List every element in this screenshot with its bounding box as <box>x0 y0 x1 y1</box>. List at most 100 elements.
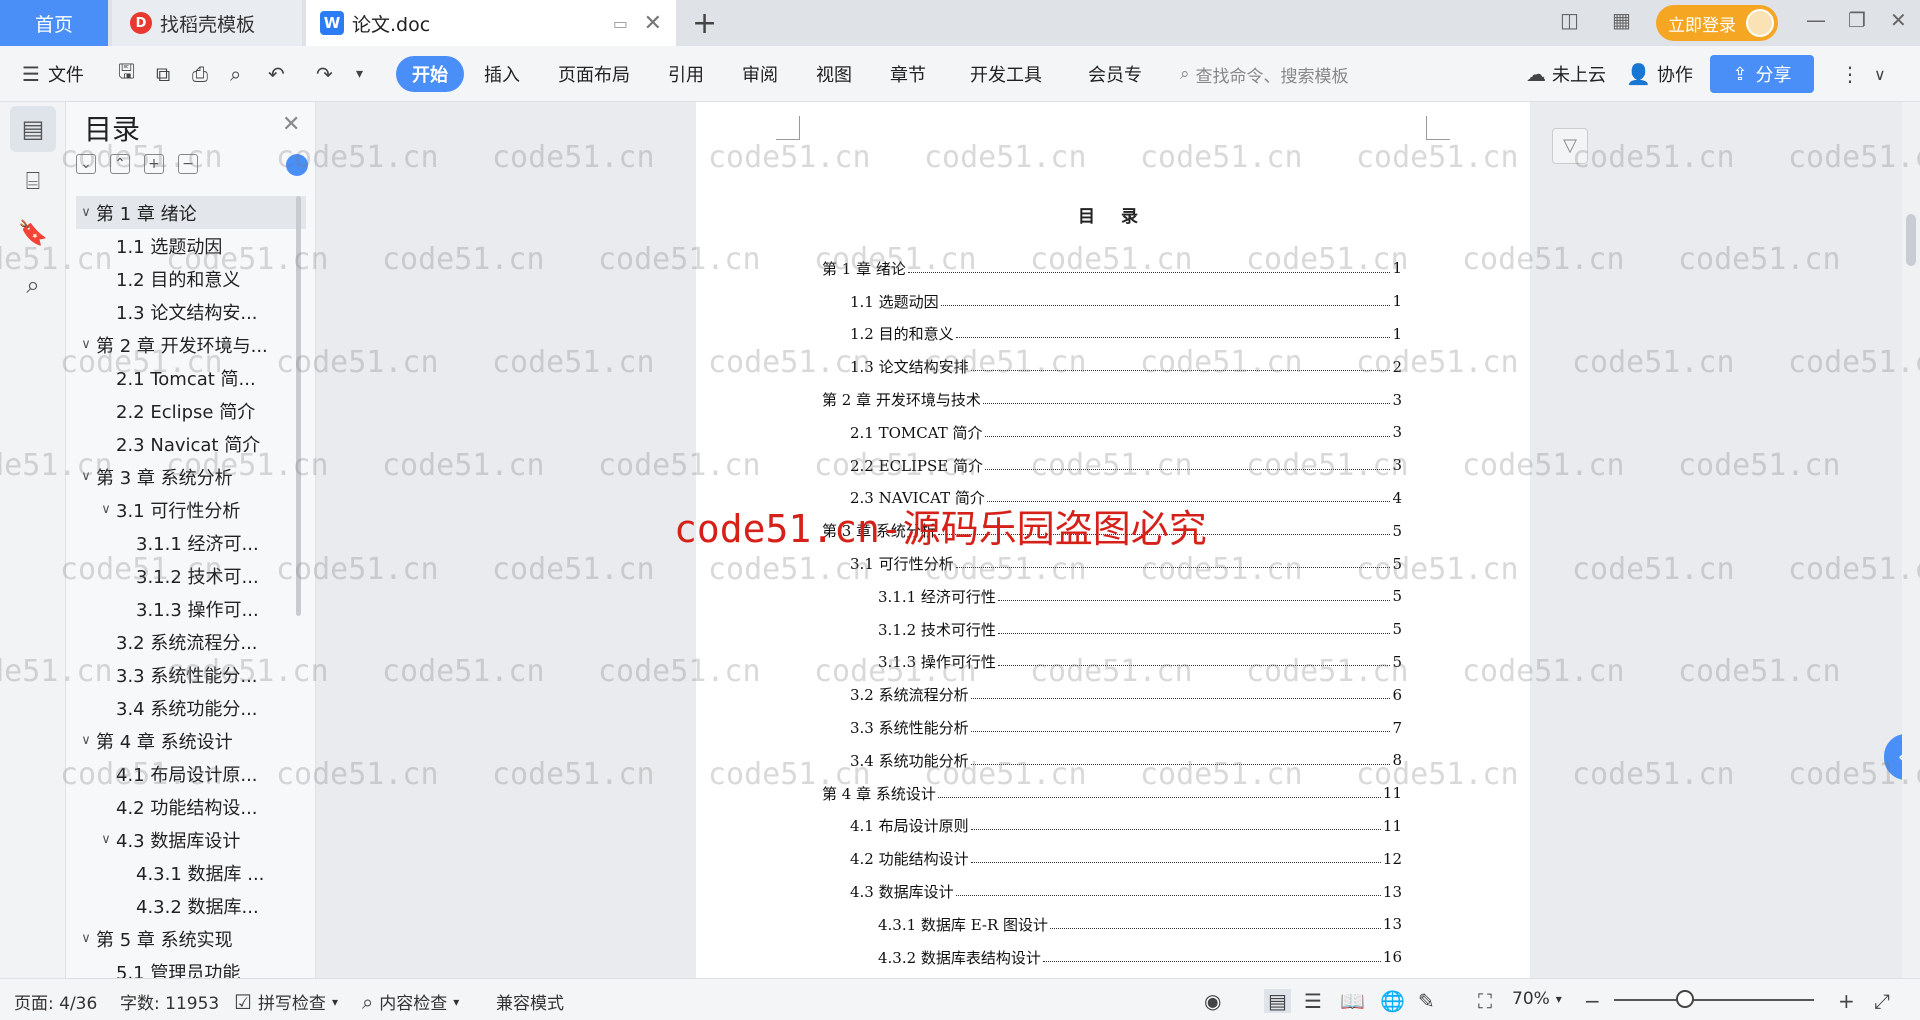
toc-item[interactable]: ∨ 第 2 章 开发环境与... <box>76 328 306 361</box>
toc-item[interactable]: 4.3.1 数据库 ... <box>76 856 306 889</box>
window-icon[interactable]: ▭ <box>613 14 628 33</box>
chevron-down-icon[interactable]: ∨ <box>96 832 116 847</box>
toc-item[interactable]: ∨ 3.1 可行性分析 <box>76 493 306 526</box>
preview-icon[interactable]: ⌕ <box>230 56 241 92</box>
save-icon[interactable]: 🖫 <box>118 56 135 92</box>
zoom-slider-handle[interactable] <box>1676 990 1694 1008</box>
navigation-icon[interactable]: ⌸ <box>10 158 56 204</box>
chevron-down-icon[interactable]: ∨ <box>76 337 96 352</box>
zoom-in-icon[interactable]: + <box>1838 989 1855 1013</box>
toc-item[interactable]: 4.3.2 数据库... <box>76 889 306 922</box>
toc-entry[interactable]: 4.1 布局设计原则 11 <box>822 810 1402 843</box>
outline-view-icon[interactable]: ☰ <box>1304 989 1322 1013</box>
toc-item[interactable]: 2.3 Navicat 简介 <box>76 427 306 460</box>
quick-access-chevron-icon[interactable]: ▾ <box>356 56 363 92</box>
toc-item[interactable]: 3.1.1 经济可... <box>76 526 306 559</box>
cloud-status-button[interactable]: ☁ 未上云 <box>1526 56 1606 92</box>
spell-check-button[interactable]: ☑ 拼写检查 ▾ <box>234 989 338 1015</box>
toc-entry[interactable]: 3.1.3 操作可行性 5 <box>822 646 1402 679</box>
toc-entry[interactable]: 3.1.1 经济可行性 5 <box>822 580 1402 613</box>
toc-entry[interactable]: 3.2 系统流程分析 6 <box>822 678 1402 711</box>
toc-entry[interactable]: 第 4 章 系统设计 11 <box>822 777 1402 810</box>
find-icon[interactable]: ⌕ <box>10 262 56 308</box>
chevron-down-icon[interactable]: ∨ <box>76 469 96 484</box>
toc-entry[interactable]: 4.2 功能结构设计 12 <box>822 842 1402 875</box>
toc-entry[interactable]: 4.3.1 数据库 E-R 图设计 13 <box>822 908 1402 941</box>
tab-developer[interactable]: 开发工具 <box>970 56 1042 92</box>
tab-chapter[interactable]: 章节 <box>890 56 926 92</box>
tab-view[interactable]: 视图 <box>816 56 852 92</box>
toc-entry[interactable]: 第 1 章 绪论 1 <box>822 252 1402 285</box>
close-icon[interactable]: ✕ <box>282 112 300 137</box>
toc-item[interactable]: 2.2 Eclipse 简介 <box>76 394 306 427</box>
toc-item[interactable]: 3.1.2 技术可... <box>76 559 306 592</box>
toc-item[interactable]: 1.2 目的和意义 <box>76 262 306 295</box>
toc-entry[interactable]: 3.1.2 技术可行性 5 <box>822 613 1402 646</box>
chevron-down-icon[interactable]: ∨ <box>76 733 96 748</box>
collaborate-button[interactable]: 👤 协作 <box>1626 56 1693 92</box>
close-tab-icon[interactable]: ✕ <box>644 11 662 36</box>
minimize-icon[interactable]: — <box>1806 8 1826 32</box>
scroll-thumb[interactable] <box>1906 214 1916 266</box>
tab-references[interactable]: 引用 <box>668 56 704 92</box>
add-heading-icon[interactable]: + <box>144 154 164 174</box>
toc-entry[interactable]: 4.3 数据库设计 13 <box>822 875 1402 908</box>
remove-heading-icon[interactable]: − <box>178 154 198 174</box>
toc-entry[interactable]: 4.3.2 数据库表结构设计 16 <box>822 941 1402 974</box>
toc-entry[interactable]: 第 2 章 开发环境与技术 3 <box>822 383 1402 416</box>
grid-icon[interactable]: ▦ <box>1612 8 1631 32</box>
tab-document[interactable]: W 论文.doc ▭ ✕ <box>306 0 676 46</box>
restore-icon[interactable]: ❐ <box>1848 8 1866 32</box>
word-count[interactable]: 字数: 11953 <box>120 989 219 1014</box>
share-button[interactable]: ⇪ 分享 <box>1710 55 1814 93</box>
toc-item[interactable]: ∨ 第 4 章 系统设计 <box>76 724 306 757</box>
toc-item[interactable]: 4.1 布局设计原... <box>76 757 306 790</box>
tab-home[interactable]: 首页 <box>0 0 108 46</box>
more-icon[interactable]: ⋮ <box>1840 56 1860 92</box>
redo-icon[interactable]: ↷ <box>316 56 333 92</box>
expand-all-icon[interactable]: ⌄ <box>76 154 96 174</box>
command-search[interactable]: ⌕ 查找命令、搜索模板 <box>1180 58 1400 90</box>
toc-item[interactable]: 1.1 选题动因 <box>76 229 306 262</box>
chevron-down-icon[interactable]: ∨ <box>96 502 116 517</box>
toc-item[interactable]: ∨ 4.3 数据库设计 <box>76 823 306 856</box>
export-icon[interactable]: ⧉ <box>156 56 170 92</box>
collapse-all-icon[interactable]: ⌃ <box>110 154 130 174</box>
toc-scrollbar[interactable] <box>296 196 301 616</box>
tab-page-layout[interactable]: 页面布局 <box>558 56 630 92</box>
print-icon[interactable]: ⎙ <box>192 56 208 92</box>
smart-toc-icon[interactable] <box>286 154 308 176</box>
toc-item[interactable]: ∨ 第 5 章 系统实现 <box>76 922 306 955</box>
bookmark-icon[interactable]: 🔖 <box>10 210 56 256</box>
toc-entry[interactable]: 1.2 目的和意义 1 <box>822 318 1402 351</box>
page-view-icon[interactable]: ▤ <box>1264 989 1291 1013</box>
toc-item[interactable]: ∨ 第 3 章 系统分析 <box>76 460 306 493</box>
new-tab-button[interactable]: + <box>692 6 717 41</box>
tab-review[interactable]: 审阅 <box>742 56 778 92</box>
toc-item[interactable]: 4.2 功能结构设... <box>76 790 306 823</box>
toc-entry[interactable]: 1.3 论文结构安排 2 <box>822 350 1402 383</box>
toc-entry[interactable]: 1.1 选题动因 1 <box>822 285 1402 318</box>
chevron-down-icon[interactable]: ∨ <box>76 931 96 946</box>
web-view-icon[interactable]: 🌐 <box>1380 989 1405 1013</box>
collapse-ribbon-icon[interactable]: ∨ <box>1874 56 1886 92</box>
chevron-down-icon[interactable]: ∨ <box>76 205 96 220</box>
toc-entry[interactable]: 3.4 系统功能分析 8 <box>822 744 1402 777</box>
vertical-scrollbar[interactable] <box>1902 102 1920 978</box>
fullscreen-icon[interactable]: ⤢ <box>1874 989 1890 1013</box>
login-button[interactable]: 立即登录 <box>1656 5 1778 41</box>
toc-item[interactable]: 3.1.3 操作可... <box>76 592 306 625</box>
toc-item[interactable]: 3.2 系统流程分... <box>76 625 306 658</box>
pen-icon[interactable]: ✎ <box>1418 989 1435 1013</box>
file-menu-button[interactable]: ☰ 文件 <box>22 56 84 92</box>
toc-entry[interactable]: 2.1 TOMCAT 简介 3 <box>822 416 1402 449</box>
toc-item[interactable]: 1.3 论文结构安... <box>76 295 306 328</box>
tab-insert[interactable]: 插入 <box>484 56 520 92</box>
toc-item[interactable]: 3.3 系统性能分... <box>76 658 306 691</box>
tab-start[interactable]: 开始 <box>396 56 464 92</box>
toc-entry[interactable]: 2.2 ECLIPSE 简介 3 <box>822 449 1402 482</box>
toc-item[interactable]: 2.1 Tomcat 简... <box>76 361 306 394</box>
page-options-icon[interactable]: ▽ <box>1552 128 1588 164</box>
toc-panel-icon[interactable]: ▤ <box>10 106 56 152</box>
toc-item[interactable]: ∨ 第 1 章 绪论 <box>76 196 306 229</box>
